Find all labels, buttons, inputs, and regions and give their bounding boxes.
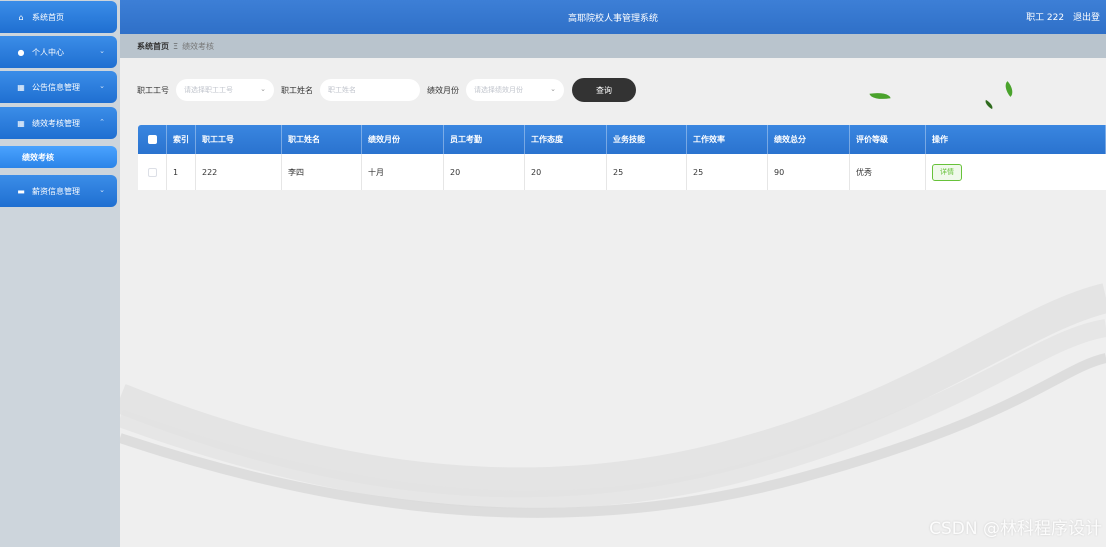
sidebar-item-announcements[interactable]: ▦ 公告信息管理 ⌄ [0,71,117,103]
home-icon: ⌂ [18,12,24,22]
column-header[interactable]: 职工工号 [196,125,282,154]
sidebar-item-personal-center[interactable]: ● 个人中心 ⌄ [0,36,117,68]
month-label: 绩效月份 [427,86,459,95]
chevron-down-icon: ⌄ [99,186,105,194]
column-header[interactable]: 业务技能 [607,125,687,154]
chat-icon: ▬ [17,186,25,196]
chevron-down-icon: ⌄ [550,85,556,93]
emp-name-label: 职工姓名 [281,86,313,95]
app-title: 高耶院校人事管理系统 [567,14,658,24]
cell-skill: 25 [607,154,687,190]
row-select-cell [138,154,167,190]
table-header: 索引 职工工号 职工姓名 绩效月份 员工考勤 工作态度 业务技能 工作效率 绩效… [138,125,1106,154]
emp-no-placeholder: 请选择职工工号 [184,86,233,94]
grid-icon: ▦ [17,118,25,128]
sidebar: ⌂ 系统首页 ● 个人中心 ⌄ ▦ 公告信息管理 ⌄ ▦ 绩效考核管理 ⌃ 绩效… [0,0,120,547]
emp-no-label: 职工工号 [137,86,169,95]
breadcrumb: 系统首页 Ξ 绩效考核 [120,34,1106,58]
breadcrumb-home[interactable]: 系统首页 [137,41,169,52]
chevron-down-icon: ⌄ [260,85,266,93]
cell-actions: 详情 [926,154,1106,190]
sidebar-item-label: 公告信息管理 [32,82,80,92]
cell-name: 李四 [282,154,362,190]
sidebar-item-label: 个人中心 [32,47,64,57]
sidebar-item-label: 系统首页 [32,12,64,22]
watermark: CSDN @林科程序设计 [929,519,1102,539]
sidebar-item-salary[interactable]: ▬ 薪资信息管理 ⌄ [0,175,117,207]
column-header[interactable]: 工作态度 [525,125,607,154]
emp-name-input[interactable]: 职工姓名 [320,79,420,101]
detail-button[interactable]: 详情 [932,163,962,181]
grid-icon: ▦ [17,82,25,92]
cell-grade: 优秀 [850,154,926,190]
current-user: 职工 222 [1026,13,1065,23]
column-header: 操作 [926,125,1106,154]
column-header[interactable]: 绩效总分 [768,125,850,154]
cell-total: 90 [768,154,850,190]
cell-emp-no: 222 [196,154,282,190]
breadcrumb-current: 绩效考核 [182,41,215,51]
cell-attendance: 20 [444,154,525,190]
sidebar-item-label: 绩效考核管理 [32,118,80,128]
chevron-up-icon: ⌃ [99,118,105,126]
emp-no-select[interactable]: 请选择职工工号 ⌄ [176,79,274,101]
select-all-checkbox[interactable] [147,135,157,144]
main-content: 职工工号 请选择职工工号 ⌄ 职工姓名 职工姓名 绩效月份 请选择绩效月份 ⌄ … [120,58,1106,547]
column-header[interactable]: 职工姓名 [282,125,362,154]
cell-attitude: 20 [525,154,607,190]
column-header[interactable]: 绩效月份 [362,125,444,154]
month-placeholder: 请选择绩效月份 [474,86,523,94]
table-row: 1 222 李四 十月 20 20 25 25 90 优秀 详情 [138,154,1106,190]
emp-name-placeholder: 职工姓名 [328,86,356,94]
column-header[interactable]: 员工考勤 [444,125,525,154]
column-header[interactable]: 评价等级 [850,125,926,154]
user-area: 职工 222 退出登 [1026,10,1100,23]
breadcrumb-separator: Ξ [173,41,179,51]
user-icon: ● [17,47,25,57]
cell-efficiency: 25 [687,154,768,190]
chevron-down-icon: ⌄ [99,47,105,55]
query-button[interactable]: 查询 [572,78,636,102]
column-header[interactable]: 工作效率 [687,125,768,154]
row-checkbox[interactable] [147,167,157,177]
cell-month: 十月 [362,154,444,190]
column-header[interactable]: 索引 [167,125,196,154]
sidebar-item-home[interactable]: ⌂ 系统首页 [0,1,117,33]
cell-index: 1 [167,154,196,190]
select-all-cell [138,125,167,154]
sidebar-item-performance[interactable]: ▦ 绩效考核管理 ⌃ [0,107,117,139]
performance-table: 索引 职工工号 职工姓名 绩效月份 员工考勤 工作态度 业务技能 工作效率 绩效… [138,125,1106,190]
sidebar-item-label: 薪资信息管理 [32,186,80,196]
logout-link[interactable]: 退出登 [1073,13,1100,23]
chevron-down-icon: ⌄ [99,82,105,90]
sidebar-subitem-performance-review[interactable]: 绩效考核 [0,146,117,168]
top-header: 高耶院校人事管理系统 职工 222 退出登 [120,0,1106,34]
month-select[interactable]: 请选择绩效月份 ⌄ [466,79,564,101]
